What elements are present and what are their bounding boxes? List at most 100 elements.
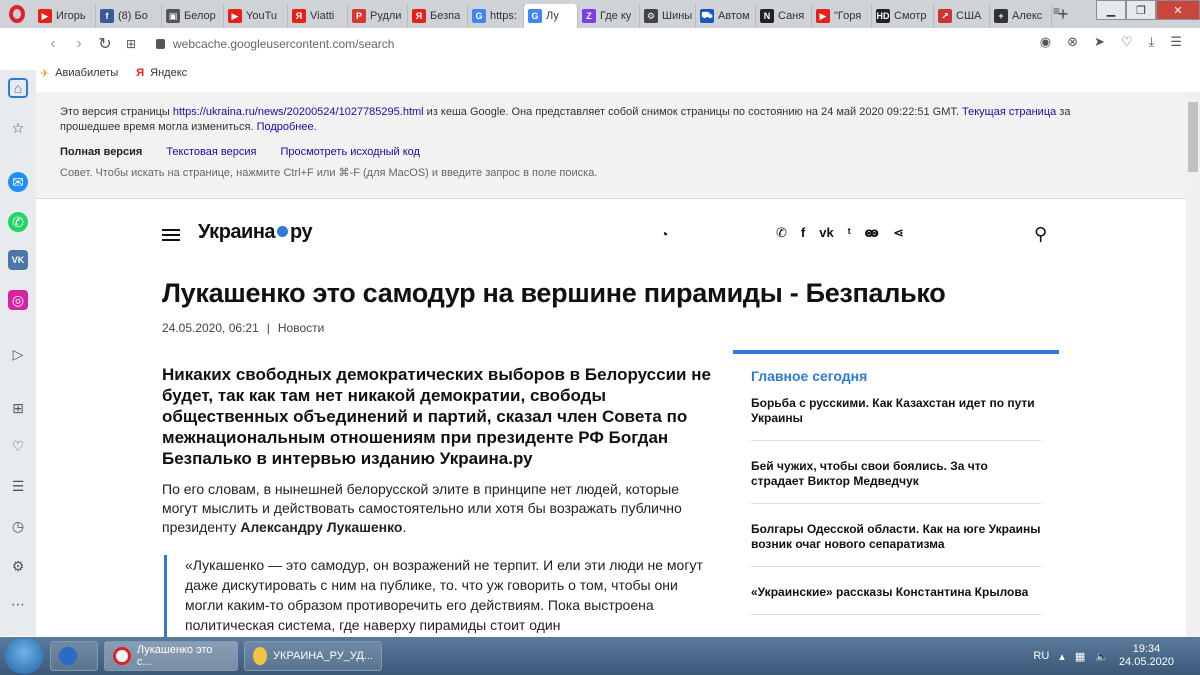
view-source-link[interactable]: Просмотреть исходный код <box>280 145 420 160</box>
tab-favicon-icon: HD <box>876 9 890 23</box>
current-page-link[interactable]: Текущая страница <box>962 106 1056 118</box>
share-icon[interactable]: ⋖ <box>893 225 904 241</box>
favorites-icon[interactable]: ♡ <box>8 436 28 456</box>
top-news-item[interactable]: Болгары Одесской области. Как на юге Укр… <box>751 504 1041 567</box>
language-indicator[interactable]: RU <box>1033 650 1049 662</box>
whatsapp-icon[interactable]: ✆ <box>8 212 28 232</box>
tab-favicon-icon: P <box>352 9 366 23</box>
browser-tab[interactable]: + Алекс <box>990 4 1052 28</box>
page-scrollbar[interactable] <box>1186 92 1200 637</box>
top-news-panel: Главное сегодня Борьба с русскими. Как К… <box>733 350 1059 615</box>
browser-tab[interactable]: ⚙ Шины <box>640 4 696 28</box>
top-news-item[interactable]: «Украинские» рассказы Константина Крылов… <box>751 567 1041 615</box>
article-section-link[interactable]: Новости <box>278 321 324 335</box>
browser-tab[interactable]: ▶ Игорь <box>34 4 96 28</box>
back-button[interactable]: ‹ <box>40 35 66 53</box>
site-logo[interactable]: Украина ру <box>198 221 313 244</box>
address-bar: ‹ › ↻ ⊞ webcache.googleusercontent.com/s… <box>0 28 1200 60</box>
browser-tab[interactable]: Я Безпа <box>408 4 468 28</box>
browser-tab[interactable]: ▣ Белор <box>162 4 224 28</box>
search-icon[interactable]: ⚲ <box>1034 224 1047 245</box>
browser-tab[interactable]: Ghttps: <box>468 4 524 28</box>
network-icon[interactable]: ▦ <box>1075 650 1085 663</box>
browser-tab[interactable]: Я Viatti <box>288 4 348 28</box>
browser-tab[interactable]: ▶ "Горя <box>812 4 872 28</box>
cache-tip: Совет. Чтобы искать на странице, нажмите… <box>60 167 598 179</box>
camera-icon[interactable]: ◉ <box>1040 34 1051 50</box>
messenger-icon[interactable]: ✉ <box>8 172 28 192</box>
speed-dial-icon[interactable]: ⊞ <box>118 37 144 51</box>
tabs: ▶ Игорь f (8) Бо ▣ Белор ▶ YouTu Я Viatti P Рудли Я Б… <box>34 0 1052 28</box>
bookmark-aviabilety[interactable]: ✈ Авиабилеты <box>40 67 118 80</box>
rss-icon[interactable]: ◔ <box>660 226 668 242</box>
forward-button[interactable]: › <box>66 35 92 53</box>
history-icon[interactable]: ◷ <box>8 516 28 536</box>
menu-icon[interactable] <box>162 229 180 241</box>
taskbar-paint-window[interactable]: УКРАИНА_РУ_УД... <box>244 641 382 671</box>
vk-icon[interactable]: VK <box>8 250 28 270</box>
tab-label: Лу <box>546 10 559 22</box>
news-icon[interactable]: ☰ <box>8 476 28 496</box>
viber-icon[interactable]: ✆ <box>776 225 787 241</box>
twitter-icon[interactable]: ᵗ <box>848 225 851 241</box>
start-button[interactable] <box>4 638 44 674</box>
browser-tab[interactable]: P Рудли <box>348 4 408 28</box>
easy-setup-icon[interactable]: ☰ <box>1170 34 1182 50</box>
browser-tab[interactable]: G Лу <box>524 4 578 28</box>
clock[interactable]: 19:34 24.05.2020 <box>1119 643 1174 669</box>
top-news-item[interactable]: Борьба с русскими. Как Казахстан идет по… <box>751 396 1041 441</box>
scrollbar-thumb[interactable] <box>1188 102 1198 172</box>
maximize-button[interactable]: ❐ <box>1126 0 1156 20</box>
volume-icon[interactable]: 🔈 <box>1095 650 1109 663</box>
tab-label: Игорь <box>56 10 86 22</box>
tab-menu-icon[interactable]: ≡ <box>1053 4 1060 18</box>
top-news-item[interactable]: Бей чужих, чтобы свои боялись. За что ст… <box>751 441 1041 504</box>
tab-label: Саня <box>778 10 805 22</box>
url-field[interactable]: webcache.googleusercontent.com/search <box>156 37 394 51</box>
tab-favicon-icon: ⛟ <box>700 9 714 23</box>
opera-menu-button[interactable] <box>0 0 34 28</box>
instagram-icon[interactable]: ◎ <box>8 290 28 310</box>
facebook-icon[interactable]: f <box>801 225 805 241</box>
browser-tab[interactable]: f (8) Бо <box>96 4 162 28</box>
browser-tab[interactable]: N Саня <box>756 4 812 28</box>
tabs-grid-icon[interactable]: ⊞ <box>8 398 28 418</box>
browser-tab[interactable]: HD Смотр <box>872 4 934 28</box>
star-icon[interactable]: ☆ <box>8 118 28 138</box>
reload-button[interactable]: ↻ <box>92 34 118 54</box>
tab-label: Автом <box>718 10 750 22</box>
send-icon[interactable]: ➤ <box>1094 34 1105 50</box>
adblock-icon[interactable]: ⊗ <box>1067 34 1078 50</box>
cached-url-link[interactable]: https://ukraina.ru/news/20200524/1027785… <box>173 106 424 118</box>
meta-separator: | <box>266 321 270 335</box>
taskbar-opera-window[interactable]: Лукашенко это с... <box>104 641 238 671</box>
flow-icon[interactable]: ▷ <box>8 344 28 364</box>
bookmark-yandex[interactable]: Я Яндекс <box>136 67 187 79</box>
browser-tab[interactable]: Z Где ку <box>578 4 640 28</box>
more-icon[interactable]: ⋯ <box>8 594 28 614</box>
browser-tab[interactable]: ▶ YouTu <box>224 4 288 28</box>
tray-expand-icon[interactable]: ▴ <box>1059 650 1065 663</box>
odnoklassniki-icon[interactable]: ꙭ <box>865 225 879 241</box>
tab-label: Алекс <box>1012 10 1043 22</box>
browser-tab[interactable]: ↗ США <box>934 4 990 28</box>
browser-tab[interactable]: ⛟ Автом <box>696 4 756 28</box>
minimize-button[interactable]: ▁ <box>1096 0 1126 20</box>
tab-favicon-icon: ↗ <box>938 9 952 23</box>
tab-favicon-icon: Я <box>292 9 306 23</box>
opera-taskbar-icon <box>113 647 131 665</box>
close-button[interactable]: ✕ <box>1156 0 1200 20</box>
paint-icon <box>253 647 268 665</box>
window-controls: ▁ ❐ ✕ <box>1096 0 1200 20</box>
settings-icon[interactable]: ⚙ <box>8 556 28 576</box>
text-version-link[interactable]: Текстовая версия <box>166 145 256 160</box>
tab-favicon-icon: ▶ <box>816 9 830 23</box>
home-icon[interactable]: ⌂ <box>8 78 28 98</box>
download-icon[interactable]: ⤓ <box>1149 34 1155 50</box>
learn-more-link[interactable]: Подробнее. <box>257 121 317 133</box>
heart-icon[interactable]: ♡ <box>1121 34 1133 50</box>
taskbar-pinned-app[interactable] <box>50 641 98 671</box>
person-link[interactable]: Александру Лукашенко <box>240 519 402 535</box>
vk-social-icon[interactable]: vk <box>819 225 833 241</box>
yandex-icon: Я <box>136 67 145 79</box>
